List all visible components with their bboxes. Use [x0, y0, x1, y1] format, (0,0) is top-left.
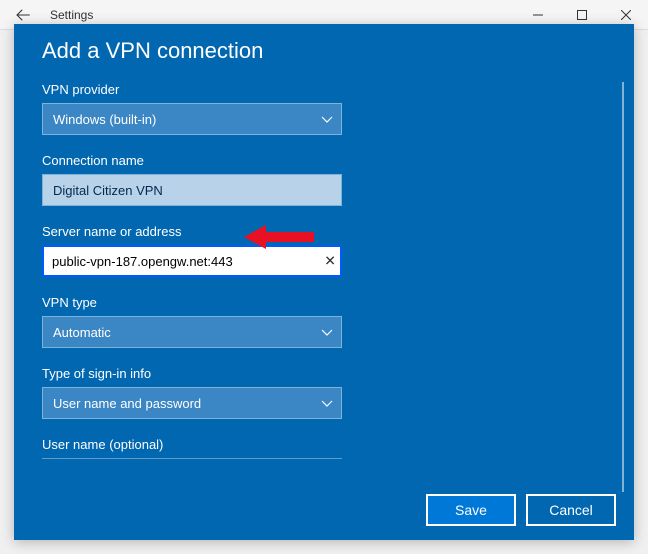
server-address-input[interactable]: [42, 245, 342, 277]
username-label: User name (optional): [42, 437, 606, 452]
signin-type-value: User name and password: [53, 396, 201, 411]
vpn-type-label: VPN type: [42, 295, 606, 310]
connection-name-label: Connection name: [42, 153, 606, 168]
vpn-provider-value: Windows (built-in): [53, 112, 156, 127]
back-arrow-icon: [14, 6, 32, 24]
connection-name-input[interactable]: [42, 174, 342, 206]
vpn-provider-label: VPN provider: [42, 82, 606, 97]
vpn-type-value: Automatic: [53, 325, 111, 340]
scrollbar[interactable]: [622, 82, 624, 492]
cancel-button[interactable]: Cancel: [526, 494, 616, 526]
signin-type-label: Type of sign-in info: [42, 366, 606, 381]
maximize-icon: [577, 10, 587, 20]
clear-input-icon[interactable]: ✕: [324, 253, 336, 270]
app-title: Settings: [50, 8, 93, 22]
vpn-provider-select[interactable]: Windows (built-in): [42, 103, 342, 135]
minimize-icon: [533, 10, 543, 20]
signin-type-select[interactable]: User name and password: [42, 387, 342, 419]
save-button[interactable]: Save: [426, 494, 516, 526]
modal-title: Add a VPN connection: [42, 38, 606, 64]
close-icon: [621, 10, 631, 20]
chevron-down-icon: [321, 326, 333, 338]
chevron-down-icon: [321, 113, 333, 125]
field-divider: [42, 458, 342, 459]
vpn-type-select[interactable]: Automatic: [42, 316, 342, 348]
chevron-down-icon: [321, 397, 333, 409]
server-address-label: Server name or address: [42, 224, 606, 239]
vpn-modal: Add a VPN connection VPN provider Window…: [14, 24, 634, 540]
